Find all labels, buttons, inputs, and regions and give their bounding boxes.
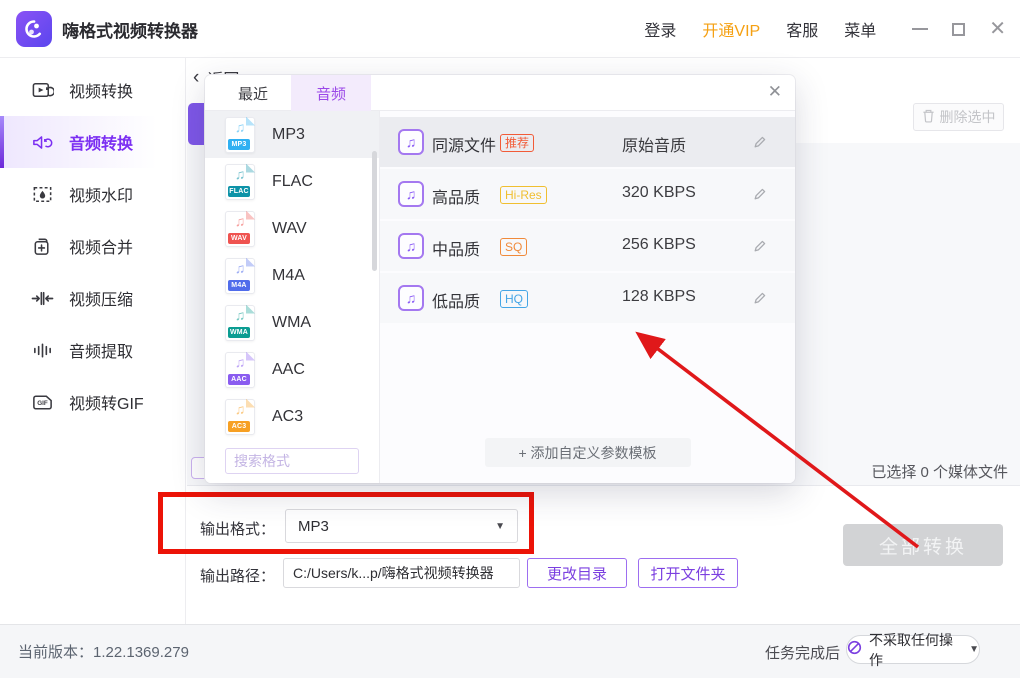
profile-row-medium[interactable]: ♫ 中品质 SQ 256 KBPS <box>380 221 795 271</box>
output-path-input[interactable] <box>283 558 520 588</box>
sidebar-item-audio-extract[interactable]: 音频提取 <box>0 324 185 376</box>
format-item-mp3[interactable]: ♫ MP3 MP3 <box>205 111 379 158</box>
music-note-icon: ♫ <box>398 285 424 311</box>
mp3-file-icon: ♫ MP3 <box>225 117 255 153</box>
no-action-icon <box>847 640 862 660</box>
sidebar-item-audio-convert[interactable]: 音频转换 <box>0 116 185 168</box>
app-window: 嗨格式视频转换器 登录 开通VIP 客服 菜单 ✕ 视频转 <box>0 0 1020 678</box>
audio-convert-icon <box>30 130 54 154</box>
output-path-label: 输出路径： <box>200 565 275 586</box>
aac-file-icon: ♫ AAC <box>225 352 255 388</box>
edit-pencil-icon[interactable] <box>753 187 767 206</box>
trash-icon <box>922 109 935 126</box>
sidebar-item-label: 视频压缩 <box>69 286 133 310</box>
open-folder-button[interactable]: 打开文件夹 <box>638 558 738 588</box>
edit-pencil-icon[interactable] <box>753 135 767 154</box>
change-directory-button[interactable]: 更改目录 <box>527 558 627 588</box>
sidebar-item-label: 视频合并 <box>69 234 133 258</box>
popup-tabbar: 最近 音频 ✕ <box>205 75 795 111</box>
sidebar-item-label: 视频转换 <box>69 78 133 102</box>
wav-file-icon: ♫ WAV <box>225 211 255 247</box>
sidebar-item-video-convert[interactable]: 视频转换 <box>0 64 185 116</box>
svg-text:GIF: GIF <box>37 400 48 407</box>
sidebar-item-label: 视频转GIF <box>69 390 144 414</box>
output-format-label: 输出格式： <box>200 518 275 539</box>
delete-selected-label: 删除选中 <box>940 107 996 127</box>
app-title: 嗨格式视频转换器 <box>62 17 198 42</box>
menu-link[interactable]: 菜单 <box>844 17 876 41</box>
sidebar-item-video-to-gif[interactable]: GIF 视频转GIF <box>0 376 185 428</box>
sidebar-item-video-watermark[interactable]: 视频水印 <box>0 168 185 220</box>
hires-badge: Hi-Res <box>500 186 547 204</box>
format-item-m4a[interactable]: ♫ M4A M4A <box>205 252 379 299</box>
tab-audio[interactable]: 音频 <box>291 75 371 111</box>
output-format-dropdown[interactable]: MP3 ▼ <box>285 509 518 543</box>
ac3-file-icon: ♫ AC3 <box>225 399 255 435</box>
edit-pencil-icon[interactable] <box>753 239 767 258</box>
video-merge-icon <box>30 234 54 258</box>
sidebar-item-label: 音频提取 <box>69 338 133 362</box>
format-item-wma[interactable]: ♫ WMA WMA <box>205 299 379 346</box>
music-note-icon: ♫ <box>398 129 424 155</box>
format-search-input[interactable] <box>225 448 359 474</box>
recommend-badge: 推荐 <box>500 134 534 152</box>
tab-recent[interactable]: 最近 <box>225 75 281 111</box>
gif-icon: GIF <box>30 390 54 414</box>
sidebar-item-video-compress[interactable]: 视频压缩 <box>0 272 185 324</box>
music-note-icon: ♫ <box>398 181 424 207</box>
sidebar: 视频转换 音频转换 视频水印 <box>0 58 186 624</box>
video-compress-icon <box>30 286 54 310</box>
support-link[interactable]: 客服 <box>786 17 818 41</box>
flac-file-icon: ♫ FLAC <box>225 164 255 200</box>
dropdown-caret-icon: ▼ <box>495 521 505 532</box>
format-picker-popup: 最近 音频 ✕ ♫ MP3 MP3 ♫ FLAC FLAC ♫ <box>205 75 795 483</box>
login-link[interactable]: 登录 <box>644 17 676 41</box>
after-task-label: 任务完成后 <box>765 642 840 663</box>
minimize-icon[interactable] <box>912 28 928 30</box>
dropdown-caret-icon: ▼ <box>969 644 979 655</box>
format-item-ac3[interactable]: ♫ AC3 AC3 <box>205 393 379 440</box>
hq-badge: HQ <box>500 290 528 308</box>
statusbar: 当前版本：1.22.1369.279 任务完成后 不采取任何操作 ▼ <box>0 624 1020 678</box>
profile-row-low[interactable]: ♫ 低品质 HQ 128 KBPS <box>380 273 795 323</box>
audio-extract-icon <box>30 338 54 362</box>
sidebar-item-label: 视频水印 <box>69 182 133 206</box>
format-item-flac[interactable]: ♫ FLAC FLAC <box>205 158 379 205</box>
divider <box>187 485 1020 486</box>
video-watermark-icon <box>30 182 54 206</box>
vip-link[interactable]: 开通VIP <box>702 17 760 41</box>
video-convert-icon <box>30 78 54 102</box>
sidebar-item-label: 音频转换 <box>69 130 133 154</box>
app-logo-icon <box>16 11 52 47</box>
profile-list: ♫ 同源文件 推荐 原始音质 ♫ 高品质 Hi-Res 320 KBPS <box>380 111 795 483</box>
profile-row-high[interactable]: ♫ 高品质 Hi-Res 320 KBPS <box>380 169 795 219</box>
scrollbar-thumb[interactable] <box>372 151 377 271</box>
maximize-icon[interactable] <box>952 23 965 36</box>
output-format-value: MP3 <box>298 518 495 535</box>
profile-row-source[interactable]: ♫ 同源文件 推荐 原始音质 <box>380 117 795 167</box>
back-chevron-icon: ‹ <box>193 67 199 89</box>
format-list: ♫ MP3 MP3 ♫ FLAC FLAC ♫ WAV WAV <box>205 111 380 483</box>
add-custom-template-button[interactable]: + 添加自定义参数模板 <box>485 438 691 467</box>
delete-selected-button[interactable]: 删除选中 <box>913 103 1004 131</box>
after-task-dropdown[interactable]: 不采取任何操作 ▼ <box>846 635 980 664</box>
popup-close-icon[interactable]: ✕ <box>768 83 782 100</box>
music-note-icon: ♫ <box>398 233 424 259</box>
sq-badge: SQ <box>500 238 527 256</box>
titlebar: 嗨格式视频转换器 登录 开通VIP 客服 菜单 ✕ <box>0 0 1020 58</box>
format-item-wav[interactable]: ♫ WAV WAV <box>205 205 379 252</box>
wma-file-icon: ♫ WMA <box>225 305 255 341</box>
close-icon[interactable]: ✕ <box>989 19 1006 39</box>
version-text: 当前版本：1.22.1369.279 <box>18 641 189 662</box>
edit-pencil-icon[interactable] <box>753 291 767 310</box>
format-item-aac[interactable]: ♫ AAC AAC <box>205 346 379 393</box>
sidebar-item-video-merge[interactable]: 视频合并 <box>0 220 185 272</box>
after-task-value: 不采取任何操作 <box>869 630 962 670</box>
m4a-file-icon: ♫ M4A <box>225 258 255 294</box>
selected-files-info: 已选择 0 个媒体文件 <box>871 461 1008 482</box>
convert-all-button[interactable]: 全部转换 <box>843 524 1003 566</box>
